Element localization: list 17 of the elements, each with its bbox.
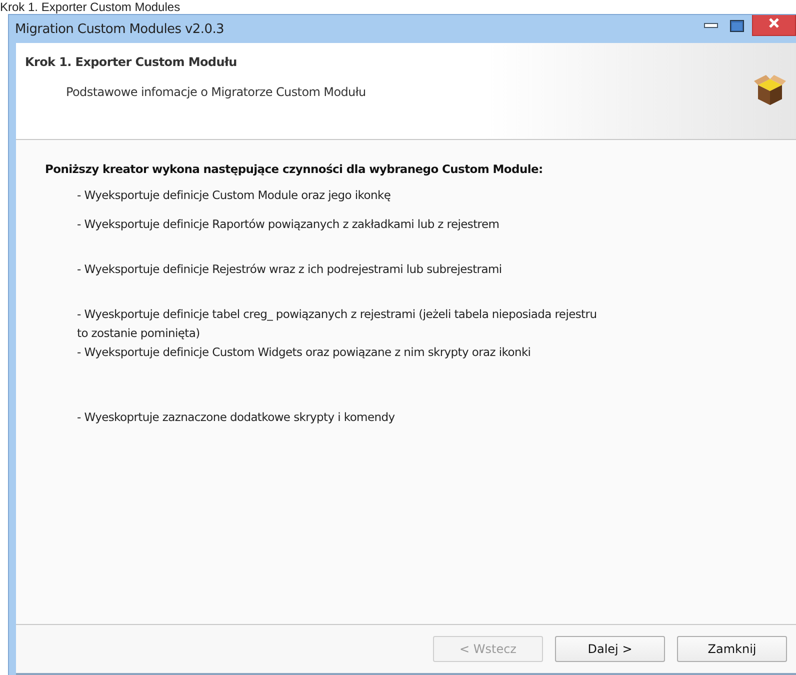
task-text: - Wyeksportuje definicje Raportów powiązanych z zakładkami lub z rejestrem — [77, 216, 500, 233]
minimize-icon — [704, 23, 718, 29]
window-title: Migration Custom Modules v2.0.3 — [15, 22, 224, 36]
close-button[interactable] — [752, 15, 796, 36]
page-caption: Krok 1. Exporter Custom Modules — [0, 0, 180, 14]
task-text: - Wyeskoprtuje zaznaczone dodatkowe skrypty i komendy — [77, 409, 396, 426]
step-subtitle: Podstawowe infomacje o Migratorze Custom Modułu — [66, 85, 366, 99]
task-text: - Wyeksportuje definicje Custom Widgets oraz powiązane z nim skrypty oraz ikonki — [77, 344, 532, 361]
step-title: Krok 1. Exporter Custom Modułu — [25, 55, 238, 69]
close-icon — [768, 17, 780, 29]
close-dialog-button[interactable]: Zamknij — [677, 636, 787, 662]
maximize-icon — [730, 20, 744, 32]
task-text: - Wyeksportuje definicje Rejestrów wraz z ich podrejestrami lub subrejestrami — [77, 261, 503, 278]
task-text: - Wyeskportuje definicje tabel creg_ powiązanych z rejestrami (jeżeli tabela nieposiada rejestru to zostanie pominięta) — [77, 306, 597, 342]
next-button[interactable]: Dalej > — [555, 636, 665, 662]
intro-text: Poniższy kreator wykona następujące czynności dla wybranego Custom Module: — [45, 162, 544, 176]
task-text: - Wyeksportuje definicje Custom Module oraz jego ikonkę — [77, 187, 392, 204]
